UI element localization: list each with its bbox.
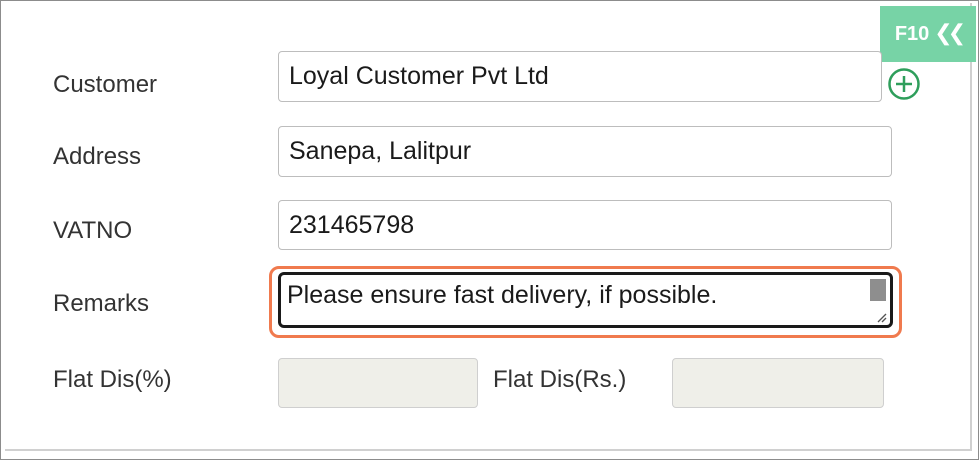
remarks-scrollbar[interactable] [870, 279, 886, 301]
f10-toggle-button[interactable]: F10 ❮❮ [880, 6, 976, 62]
address-input[interactable]: Sanepa, Lalitpur [278, 126, 892, 177]
remarks-text: Please ensure fast delivery, if possible… [287, 281, 718, 309]
double-chevron-left-icon: ❮❮ [934, 19, 966, 45]
resize-grip-icon[interactable] [875, 311, 887, 323]
flat-dis-pct-input[interactable] [278, 358, 478, 408]
vatno-input[interactable]: 231465798 [278, 200, 892, 250]
flat-dis-pct-label: Flat Dis(%) [53, 366, 172, 393]
f10-label: F10 [894, 22, 930, 45]
remarks-textarea[interactable]: Please ensure fast delivery, if possible… [278, 272, 893, 328]
flat-dis-rs-input[interactable] [672, 358, 884, 408]
address-label: Address [53, 143, 142, 170]
remarks-label: Remarks [53, 290, 150, 317]
plus-circle-icon[interactable] [887, 67, 921, 101]
customer-input[interactable]: Loyal Customer Pvt Ltd [278, 51, 882, 102]
customer-label: Customer [53, 71, 158, 98]
flat-dis-rs-label: Flat Dis(Rs.) [493, 366, 627, 393]
vatno-label: VATNO [53, 217, 133, 244]
form-frame: F10 ❮❮ Customer Loyal Customer Pvt Ltd A… [0, 0, 979, 460]
